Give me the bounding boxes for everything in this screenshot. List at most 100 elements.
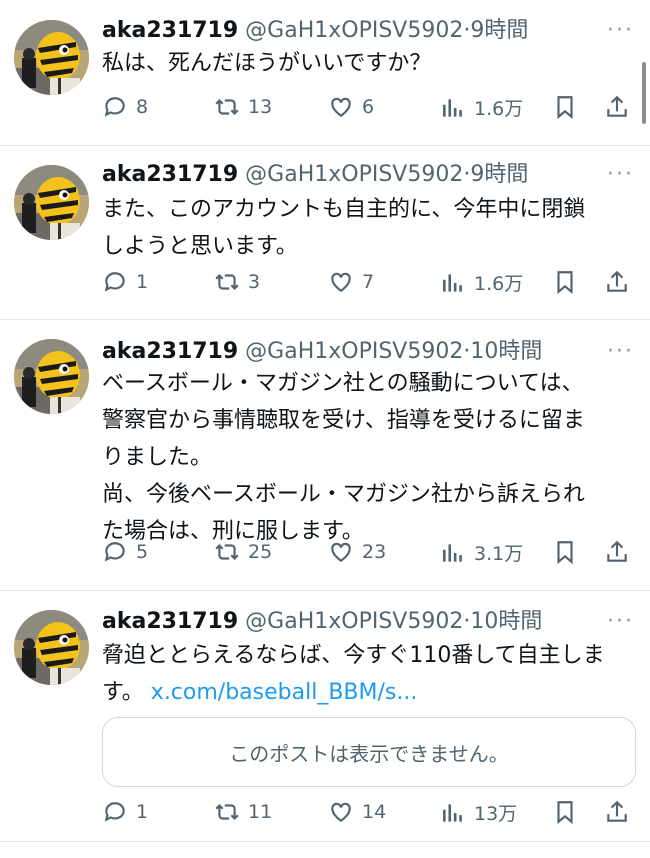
bookmark-button[interactable]: [552, 799, 578, 825]
bookmark-button[interactable]: [552, 94, 578, 120]
bookmark-icon: [557, 271, 573, 295]
bookmark-icon: [557, 96, 573, 120]
share-button[interactable]: [604, 539, 630, 565]
like-button[interactable]: 23: [328, 539, 386, 565]
tweet[interactable]: aka231719 @GaH1xOPISV5902·10時間 ··· ベースボー…: [0, 320, 650, 591]
action-bar: 8 13 6 1.6万: [102, 94, 632, 124]
views-button[interactable]: 13万: [440, 799, 517, 826]
tweet-text: 私は、死んだほうがいいですか？: [102, 51, 432, 76]
user-handle[interactable]: @GaH1xOPISV5902: [245, 162, 463, 187]
reply-count: 1: [136, 271, 149, 293]
avatar[interactable]: [14, 20, 89, 95]
reply-button[interactable]: 1: [102, 269, 148, 295]
tweet-text: 脅迫ととらえるならば、今すぐ110番して自主しま す。 x.com/baseba…: [102, 637, 630, 711]
reply-count: 8: [136, 96, 149, 118]
view-count: 1.6万: [474, 273, 524, 295]
heart-icon: [331, 97, 351, 117]
views-icon: [443, 98, 462, 117]
tweet-link[interactable]: x.com/baseball_BBM/s...: [151, 680, 418, 705]
more-options-icon[interactable]: ···: [607, 337, 634, 367]
tweet[interactable]: aka231719 @GaH1xOPISV5902·9時間 ··· また、このア…: [0, 146, 650, 320]
like-count: 14: [362, 801, 387, 823]
bookmark-button[interactable]: [552, 269, 578, 295]
retweet-count: 25: [248, 541, 273, 563]
user-handle[interactable]: @GaH1xOPISV5902: [245, 609, 463, 634]
share-button[interactable]: [604, 799, 630, 825]
retweet-count: 3: [248, 271, 261, 293]
view-count: 3.1万: [474, 543, 524, 565]
reply-button[interactable]: 1: [102, 799, 148, 825]
retweet-count: 13: [248, 96, 273, 118]
more-options-icon[interactable]: ···: [607, 160, 634, 190]
avatar[interactable]: [14, 610, 89, 685]
views-button[interactable]: 1.6万: [440, 94, 523, 121]
retweet-icon: [215, 273, 239, 291]
views-button[interactable]: 3.1万: [440, 539, 523, 566]
tweet-header: aka231719 @GaH1xOPISV5902·10時間: [102, 337, 610, 367]
reply-icon: [104, 97, 125, 117]
like-count: 6: [362, 96, 375, 118]
timestamp[interactable]: 9時間: [470, 162, 528, 187]
like-button[interactable]: 7: [328, 269, 374, 295]
retweet-button[interactable]: 11: [214, 799, 272, 825]
action-bar: 1 3 7 1.6万: [102, 269, 632, 299]
tweet-header: aka231719 @GaH1xOPISV5902·9時間: [102, 160, 610, 190]
retweet-icon: [215, 98, 239, 116]
retweet-icon: [215, 543, 239, 561]
timestamp[interactable]: 10時間: [470, 609, 542, 634]
share-button[interactable]: [604, 269, 630, 295]
views-icon: [443, 273, 462, 292]
like-count: 7: [362, 271, 375, 293]
bookmark-button[interactable]: [552, 539, 578, 565]
user-handle[interactable]: @GaH1xOPISV5902: [245, 339, 463, 364]
reply-icon: [104, 802, 125, 822]
quoted-post-unavailable[interactable]: このポストは表示できません。: [102, 717, 636, 787]
action-bar: 1 11 14 13万: [102, 799, 632, 829]
view-count: 1.6万: [474, 98, 524, 120]
display-name[interactable]: aka231719: [102, 162, 238, 187]
share-button[interactable]: [604, 94, 630, 120]
heart-icon: [331, 542, 351, 562]
views-icon: [443, 543, 462, 562]
retweet-button[interactable]: 13: [214, 94, 272, 120]
like-count: 23: [362, 541, 387, 563]
share-icon: [607, 95, 627, 117]
retweet-button[interactable]: 25: [214, 539, 272, 565]
reply-icon: [104, 272, 125, 292]
more-options-icon[interactable]: ···: [607, 16, 634, 46]
more-options-icon[interactable]: ···: [607, 607, 634, 637]
quote-unavailable-text: このポストは表示できません。: [229, 741, 509, 766]
reply-button[interactable]: 8: [102, 94, 148, 120]
view-count: 13万: [474, 803, 518, 825]
bookmark-icon: [557, 541, 573, 565]
heart-icon: [331, 802, 351, 822]
timestamp[interactable]: 10時間: [470, 339, 542, 364]
heart-icon: [331, 272, 351, 292]
tweet[interactable]: aka231719 @GaH1xOPISV5902·10時間 ··· 脅迫ととら…: [0, 591, 650, 842]
like-button[interactable]: 14: [328, 799, 386, 825]
display-name[interactable]: aka231719: [102, 609, 238, 634]
share-icon: [607, 540, 627, 562]
avatar[interactable]: [14, 165, 89, 240]
timestamp[interactable]: 9時間: [470, 18, 528, 43]
user-handle[interactable]: @GaH1xOPISV5902: [245, 18, 463, 43]
tweet-text: ベースボール・マガジン社との騒動については、 警察官から事情聴取を受け、指導を受…: [102, 371, 585, 544]
tweet[interactable]: aka231719 @GaH1xOPISV5902·9時間 ··· 私は、死んだ…: [0, 0, 650, 146]
display-name[interactable]: aka231719: [102, 18, 238, 43]
reply-count: 1: [136, 801, 149, 823]
like-button[interactable]: 6: [328, 94, 374, 120]
views-icon: [443, 803, 462, 822]
display-name[interactable]: aka231719: [102, 339, 238, 364]
retweet-icon: [215, 803, 239, 821]
avatar[interactable]: [14, 339, 89, 414]
tweet-header: aka231719 @GaH1xOPISV5902·10時間: [102, 607, 610, 637]
bookmark-icon: [557, 801, 573, 825]
reply-count: 5: [136, 541, 149, 563]
tweet-text: また、このアカウントも自主的に、今年中に閉鎖 しようと思います。: [102, 197, 586, 259]
retweet-count: 11: [248, 801, 273, 823]
share-icon: [607, 270, 627, 292]
retweet-button[interactable]: 3: [214, 269, 260, 295]
reply-button[interactable]: 5: [102, 539, 148, 565]
share-icon: [607, 800, 627, 822]
views-button[interactable]: 1.6万: [440, 269, 523, 296]
